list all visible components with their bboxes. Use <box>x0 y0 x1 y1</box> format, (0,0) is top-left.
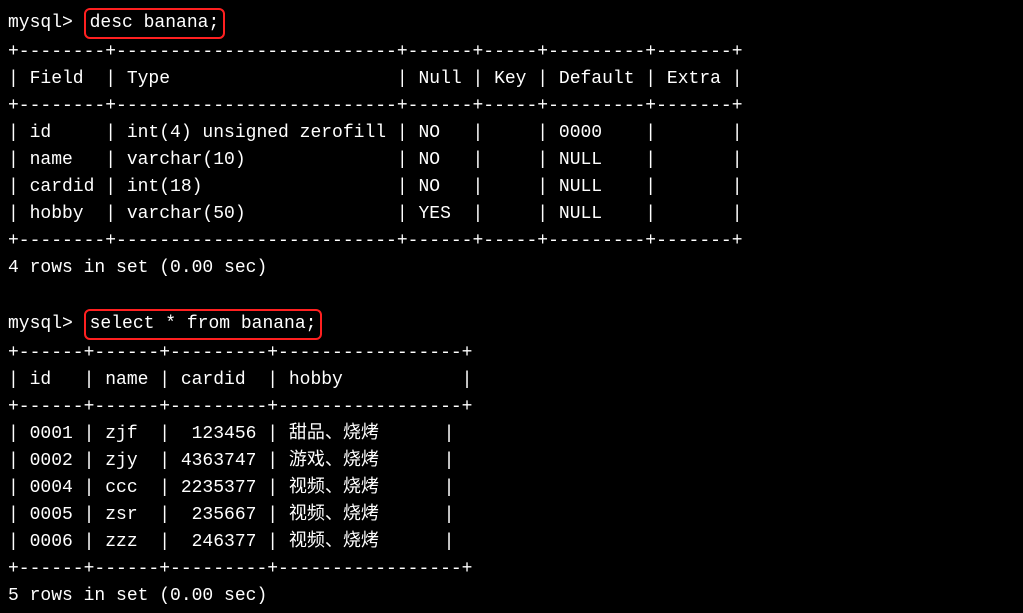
desc-row: | id | int(4) unsigned zerofill | NO | |… <box>8 120 1015 147</box>
desc-row: | cardid | int(18) | NO | | NULL | | <box>8 174 1015 201</box>
select-border-header: +------+------+---------+---------------… <box>8 394 1015 421</box>
mysql-prompt: mysql> <box>8 13 73 33</box>
select-border-top: +------+------+---------+---------------… <box>8 340 1015 367</box>
desc-row: | name | varchar(10) | NO | | NULL | | <box>8 147 1015 174</box>
prompt-line-1[interactable]: mysql> desc banana; <box>8 8 1015 39</box>
prompt-line-2[interactable]: mysql> select * from banana; <box>8 309 1015 340</box>
desc-border-bottom: +--------+--------------------------+---… <box>8 228 1015 255</box>
select-border-bottom: +------+------+---------+---------------… <box>8 556 1015 583</box>
query-1-highlight: desc banana; <box>84 8 226 39</box>
spacer <box>8 282 1015 309</box>
select-row: | 0002 | zjy | 4363747 | 游戏、烧烤 | <box>8 448 1015 475</box>
select-row: | 0004 | ccc | 2235377 | 视频、烧烤 | <box>8 475 1015 502</box>
select-footer: 5 rows in set (0.00 sec) <box>8 583 1015 610</box>
select-row: | 0005 | zsr | 235667 | 视频、烧烤 | <box>8 502 1015 529</box>
select-row: | 0001 | zjf | 123456 | 甜品、烧烤 | <box>8 421 1015 448</box>
mysql-prompt: mysql> <box>8 314 73 334</box>
desc-footer: 4 rows in set (0.00 sec) <box>8 255 1015 282</box>
desc-border-header: +--------+--------------------------+---… <box>8 93 1015 120</box>
select-row: | 0006 | zzz | 246377 | 视频、烧烤 | <box>8 529 1015 556</box>
desc-border-top: +--------+--------------------------+---… <box>8 39 1015 66</box>
select-header-row: | id | name | cardid | hobby | <box>8 367 1015 394</box>
query-2-highlight: select * from banana; <box>84 309 323 340</box>
desc-row: | hobby | varchar(50) | YES | | NULL | | <box>8 201 1015 228</box>
desc-header-row: | Field | Type | Null | Key | Default | … <box>8 66 1015 93</box>
